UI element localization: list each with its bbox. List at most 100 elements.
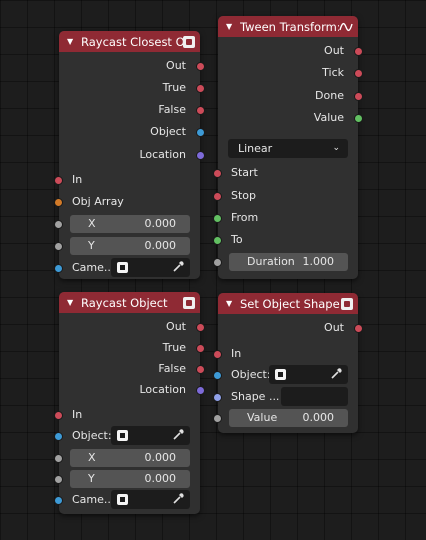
object-icon	[275, 369, 286, 380]
object-icon	[117, 494, 128, 505]
input-from: From	[213, 209, 358, 227]
output-object: Object	[59, 123, 205, 141]
output-tick: Tick	[218, 64, 363, 82]
value-number-field[interactable]: Value 0.000	[229, 409, 348, 427]
object-icon	[117, 430, 128, 441]
logic-node-icon	[183, 35, 195, 48]
input-socket[interactable]	[213, 414, 222, 423]
node-raycast-object[interactable]: ▼ Raycast Object Out True False Location…	[54, 292, 205, 514]
input-shape: Shape ...	[213, 387, 358, 406]
output-socket[interactable]	[196, 84, 205, 93]
collapse-arrow-icon[interactable]: ▼	[67, 37, 75, 46]
camera-object-field[interactable]	[111, 490, 190, 509]
output-out: Out	[59, 318, 205, 336]
input-socket[interactable]	[54, 411, 63, 420]
input-to: To	[213, 231, 358, 249]
output-true: True	[59, 339, 205, 357]
output-false: False	[59, 101, 205, 119]
output-socket[interactable]	[354, 114, 363, 123]
x-number-field[interactable]: X 0.000	[70, 449, 190, 467]
node-title: Raycast Closest O...	[81, 34, 183, 49]
object-field[interactable]	[269, 365, 348, 384]
input-socket[interactable]	[213, 371, 222, 380]
input-socket[interactable]	[54, 264, 63, 273]
output-socket[interactable]	[196, 386, 205, 395]
input-socket[interactable]	[213, 393, 222, 402]
output-socket[interactable]	[354, 47, 363, 56]
output-location: Location	[59, 146, 205, 164]
output-socket[interactable]	[354, 69, 363, 78]
node-set-object-shape[interactable]: ▼ Set Object Shape ... Out In Object: Sh…	[213, 293, 363, 433]
input-obj-array: Obj Array	[54, 193, 200, 211]
x-number-field[interactable]: X 0.000	[70, 215, 190, 233]
object-icon	[117, 262, 128, 273]
output-location: Location	[59, 381, 205, 399]
output-socket[interactable]	[196, 344, 205, 353]
output-false: False	[59, 360, 205, 378]
output-socket[interactable]	[196, 323, 205, 332]
output-socket[interactable]	[196, 365, 205, 374]
input-object: Object:	[213, 365, 358, 384]
eyedropper-icon[interactable]	[171, 428, 185, 442]
collapse-arrow-icon[interactable]: ▼	[226, 22, 234, 31]
y-number-field[interactable]: Y 0.000	[70, 470, 190, 488]
input-in: In	[54, 171, 200, 189]
chevron-down-icon: ⌄	[332, 143, 340, 153]
y-number-field[interactable]: Y 0.000	[70, 237, 190, 255]
output-out: Out	[218, 42, 363, 60]
input-socket[interactable]	[54, 176, 63, 185]
node-header[interactable]: ▼ Raycast Object	[59, 292, 200, 313]
input-socket[interactable]	[54, 454, 63, 463]
duration-number-field[interactable]: Duration 1.000	[229, 253, 348, 271]
logic-node-icon	[341, 297, 353, 310]
input-in: In	[213, 345, 358, 363]
output-socket[interactable]	[196, 128, 205, 137]
output-socket[interactable]	[354, 324, 363, 333]
node-title: Raycast Object	[81, 295, 168, 310]
input-duration: Duration 1.000	[213, 253, 358, 271]
input-socket[interactable]	[213, 169, 222, 178]
input-socket[interactable]	[213, 258, 222, 267]
input-socket[interactable]	[213, 350, 222, 359]
input-socket[interactable]	[54, 432, 63, 441]
input-value: Value 0.000	[213, 409, 358, 427]
object-field[interactable]	[111, 426, 190, 445]
output-out: Out	[218, 319, 363, 337]
node-title: Tween Transform:	[240, 19, 339, 34]
input-stop: Stop	[213, 187, 358, 205]
output-socket[interactable]	[196, 151, 205, 160]
input-socket[interactable]	[213, 236, 222, 245]
input-in: In	[54, 406, 200, 424]
node-header[interactable]: ▼ Raycast Closest O...	[59, 31, 200, 52]
eyedropper-icon[interactable]	[329, 367, 343, 381]
node-header[interactable]: ▼ Tween Transform:	[218, 16, 358, 37]
input-y: Y 0.000	[54, 470, 200, 488]
output-done: Done	[218, 87, 363, 105]
interpolation-dropdown[interactable]: Linear ⌄	[228, 139, 348, 158]
eyedropper-icon[interactable]	[171, 492, 185, 506]
input-object: Object:	[54, 426, 200, 445]
output-true: True	[59, 79, 205, 97]
output-socket[interactable]	[196, 106, 205, 115]
node-tween-transform[interactable]: ▼ Tween Transform: Out Tick Done Value L…	[213, 16, 363, 279]
input-start: Start	[213, 164, 358, 182]
eyedropper-icon[interactable]	[171, 260, 185, 274]
input-camera: Came...	[54, 258, 200, 277]
output-socket[interactable]	[196, 62, 205, 71]
output-out: Out	[59, 57, 205, 75]
input-socket[interactable]	[54, 198, 63, 207]
node-title: Set Object Shape ...	[240, 296, 341, 311]
input-socket[interactable]	[54, 242, 63, 251]
input-socket[interactable]	[213, 192, 222, 201]
camera-object-field[interactable]	[111, 258, 190, 277]
input-socket[interactable]	[213, 214, 222, 223]
shape-key-field[interactable]	[281, 387, 348, 406]
input-socket[interactable]	[54, 475, 63, 484]
collapse-arrow-icon[interactable]: ▼	[67, 298, 75, 307]
collapse-arrow-icon[interactable]: ▼	[226, 299, 234, 308]
input-socket[interactable]	[54, 496, 63, 505]
output-socket[interactable]	[354, 92, 363, 101]
node-raycast-closest[interactable]: ▼ Raycast Closest O... Out True False Ob…	[54, 31, 205, 279]
input-socket[interactable]	[54, 220, 63, 229]
node-header[interactable]: ▼ Set Object Shape ...	[218, 293, 358, 314]
